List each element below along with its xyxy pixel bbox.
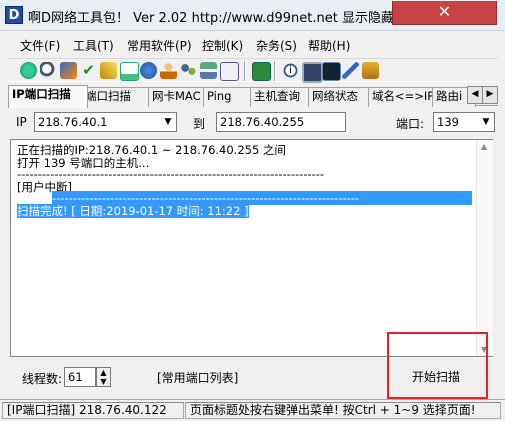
threads-label: 线程数: xyxy=(22,372,63,386)
search-icon[interactable] xyxy=(40,62,57,79)
folder-icon[interactable] xyxy=(362,62,379,79)
status-panel-hint: 页面标题处按右键弹出菜单! 按Ctrl + 1~9 选择页面! xyxy=(185,402,501,419)
wrench-icon[interactable] xyxy=(100,62,117,79)
card-icon[interactable] xyxy=(252,62,271,81)
chevron-down-icon[interactable]: ▼ xyxy=(478,113,494,131)
menu-file[interactable]: 文件(F) xyxy=(20,37,60,54)
tab-port-scan[interactable]: 端口扫描 xyxy=(81,87,155,107)
chevron-down-icon[interactable]: ▼ xyxy=(160,113,176,131)
ip-start-combobox[interactable]: 218.76.40.1 ▼ xyxy=(34,112,177,132)
tool-icon[interactable] xyxy=(60,62,77,79)
menu-help[interactable]: 帮助(H) xyxy=(308,37,350,54)
status-panel-scan: [IP端口扫描] 218.76.40.122 xyxy=(2,402,184,419)
highlight-box xyxy=(387,332,488,399)
check-icon[interactable]: ✔ xyxy=(80,62,97,79)
monitor-icon[interactable] xyxy=(220,62,239,81)
ip-start-value: 218.76.40.1 xyxy=(38,115,108,129)
user-icon[interactable] xyxy=(160,62,177,79)
status-bar: [IP端口扫描] 218.76.40.122 页面标题处按右键弹出菜单! 按Ct… xyxy=(0,399,505,421)
close-button[interactable]: ✕ xyxy=(392,1,497,25)
toolbar: ✔ i xyxy=(8,58,498,83)
menu-software[interactable]: 常用软件(P) xyxy=(127,37,192,54)
window-title: 啊D网络工具包！ Ver 2.02 http://www.d99net.net … xyxy=(28,11,420,26)
scroll-up-icon[interactable]: ▲ xyxy=(481,142,487,151)
menu-tools[interactable]: 工具(T) xyxy=(73,37,114,54)
to-label: 到 xyxy=(193,117,206,131)
brush-icon[interactable] xyxy=(342,62,359,79)
terminal-icon[interactable] xyxy=(322,62,341,81)
port-label: 端口: xyxy=(396,117,425,131)
tab-dns-ip[interactable]: 域名<=>IP xyxy=(368,87,439,107)
menu-control[interactable]: 控制(K) xyxy=(202,37,243,54)
tab-net-status[interactable]: 网络状态 xyxy=(308,87,375,107)
menu-misc[interactable]: 杂务(S) xyxy=(256,37,297,54)
tab-ping[interactable]: Ping xyxy=(203,87,257,107)
menu-bar: 文件(F) 工具(T) 常用软件(P) 控制(K) 杂务(S) 帮助(H) xyxy=(8,34,498,56)
info-icon[interactable]: i xyxy=(282,62,299,79)
threads-stepper[interactable]: 61 ▲ ▼ xyxy=(64,367,112,387)
app-logo-icon: D xyxy=(5,6,23,24)
threads-input[interactable]: 61 xyxy=(64,367,96,387)
display-icon[interactable] xyxy=(302,62,323,83)
title-bar: D 啊D网络工具包！ Ver 2.02 http://www.d99net.ne… xyxy=(0,0,505,31)
output-line-selected: 扫描完成! [ 日期:2019-01-17 时间: 11:22 ] xyxy=(17,204,249,218)
tab-host-query[interactable]: 主机查询 xyxy=(250,87,315,107)
tab-scroll-left-icon[interactable]: ◀ xyxy=(467,86,483,104)
tab-ip-port-scan[interactable]: IP端口扫描 xyxy=(8,85,88,108)
refresh-icon[interactable] xyxy=(20,62,37,79)
globe-icon[interactable] xyxy=(140,62,157,79)
common-ports-link[interactable]: [常用端口列表] xyxy=(157,369,238,386)
output-scrollbar[interactable]: ▲ ▼ xyxy=(476,140,493,356)
tab-scroll-right-icon[interactable]: ▶ xyxy=(482,86,498,104)
output-divider: ----------------------------------------… xyxy=(17,167,325,181)
scan-output-textarea[interactable]: 正在扫描的IP:218.76.40.1 ~ 218.76.40.255 之间 打… xyxy=(10,139,493,357)
port-value: 139 xyxy=(437,115,459,129)
spin-arrows-icon[interactable]: ▲ ▼ xyxy=(96,367,111,387)
tab-strip: IP端口扫描 端口扫描 网卡MAC Ping 主机查询 网络状态 域名<=>IP… xyxy=(8,85,498,108)
port-combobox[interactable]: 139 ▼ xyxy=(433,112,495,132)
ip-end-input[interactable]: 218.76.40.255 xyxy=(216,112,346,132)
users-icon[interactable] xyxy=(180,62,197,79)
network-icon[interactable] xyxy=(200,62,217,79)
chart-icon[interactable] xyxy=(120,62,139,81)
ip-label: IP xyxy=(16,115,27,129)
tab-mac[interactable]: 网卡MAC xyxy=(148,87,210,107)
